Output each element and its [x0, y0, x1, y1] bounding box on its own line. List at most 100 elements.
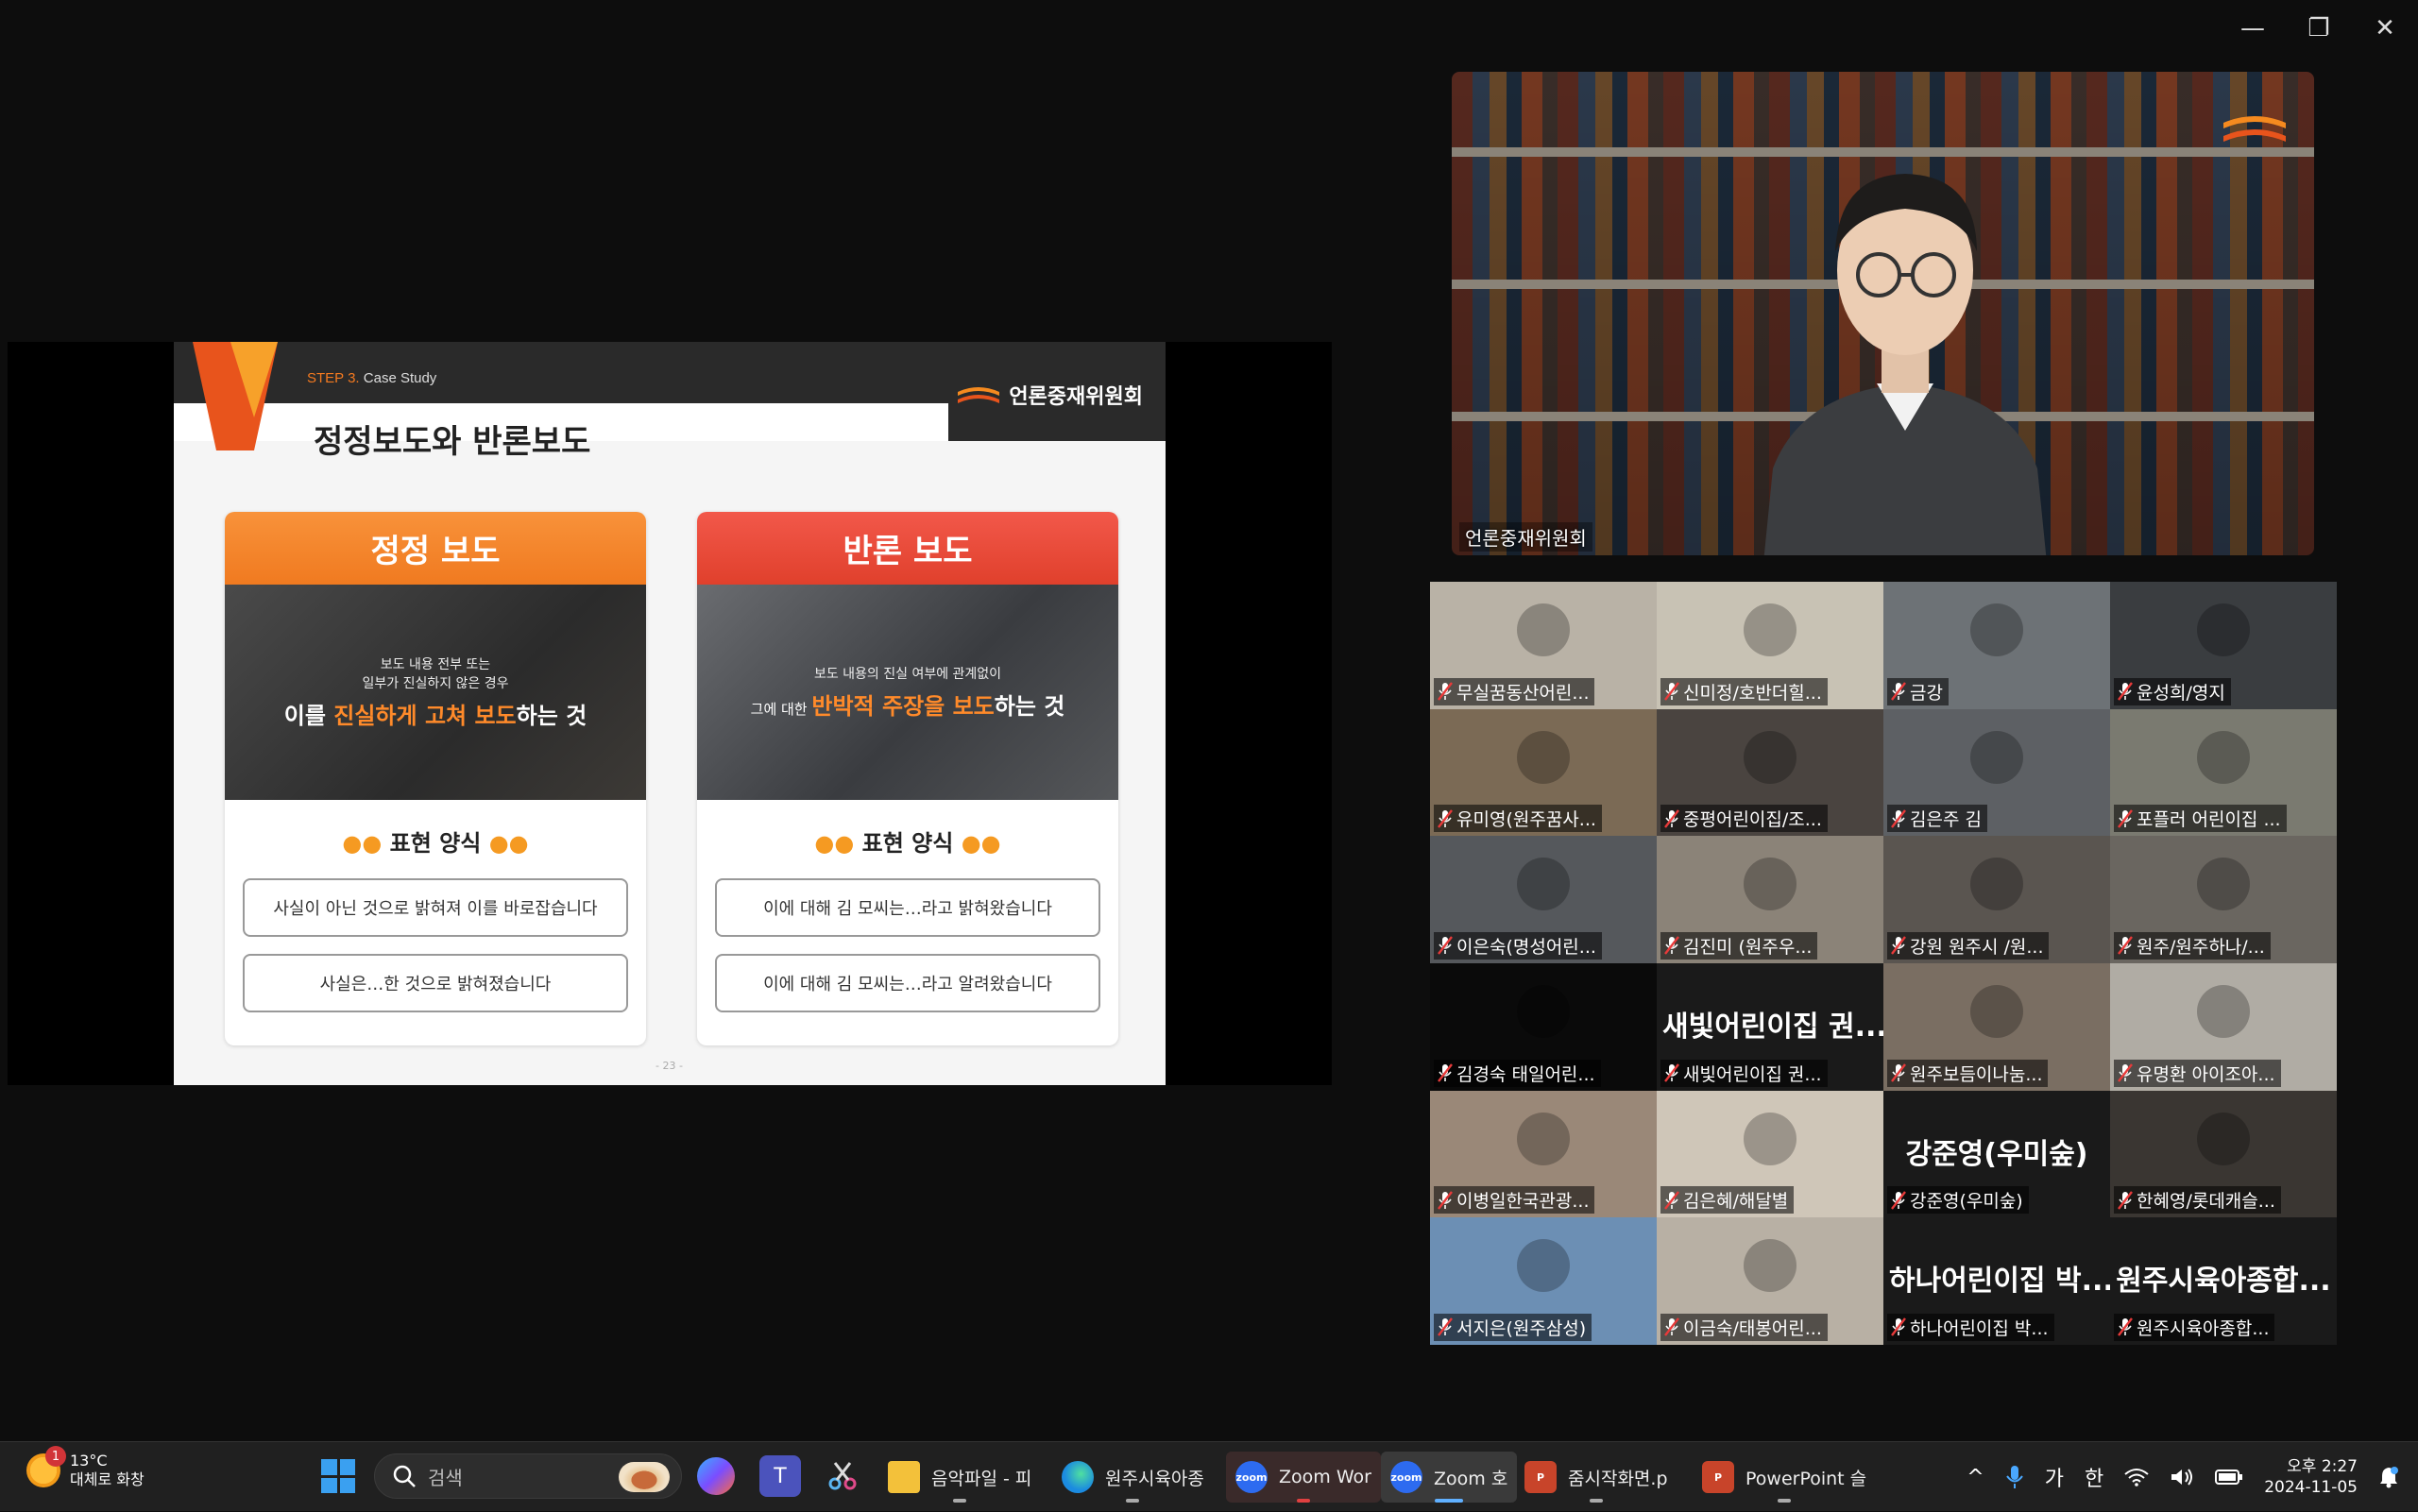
running-indicator [1435, 1499, 1464, 1503]
participant-tile[interactable]: 김은혜/해달별 [1657, 1090, 1883, 1218]
muted-mic-icon [1438, 1063, 1453, 1082]
participant-tile[interactable]: 김은주 김 [1883, 708, 2110, 837]
participant-video [1970, 730, 2023, 784]
teams-icon[interactable]: T [759, 1455, 801, 1497]
running-indicator [1296, 1499, 1310, 1503]
speaker-person [1763, 174, 2047, 555]
show-hidden-icons-chevron-icon[interactable]: ^ [1967, 1466, 1984, 1489]
weather-text: 13°C 대체로 화창 [70, 1452, 145, 1489]
participant-tile[interactable]: 원주시육아종합... 원주시육아종합... [2110, 1217, 2337, 1345]
notification-bell-icon[interactable] [2378, 1466, 2399, 1488]
participant-video [1517, 985, 1570, 1039]
participant-tile[interactable]: 한혜영/롯데캐슬... [2110, 1090, 2337, 1218]
participant-name-label: 이병일한국관광... [1434, 1186, 1595, 1215]
window-controls: — ❐ ✕ [2220, 0, 2418, 57]
participant-tile[interactable]: 김진미 (원주우... [1657, 836, 1883, 963]
taskbar-search[interactable]: 검색 [374, 1453, 682, 1499]
participant-name-label: 하나어린이집 박... [1887, 1313, 2054, 1341]
taskbar-app-powerpoint-slideshow[interactable]: P PowerPoint 슬 [1693, 1452, 1876, 1503]
snipping-tool-icon[interactable] [822, 1455, 863, 1497]
taskbar-app-file-explorer[interactable]: 음악파일 - 피 [878, 1452, 1041, 1503]
definition-post: 하는 것 [994, 692, 1065, 720]
wifi-icon[interactable] [2124, 1468, 2149, 1487]
correction-card: 정정 보도 보도 내용 전부 또는 일부가 진실하지 않은 경우 이를 진실하게… [225, 512, 646, 1045]
participant-tile[interactable]: 서지은(원주삼성) [1430, 1217, 1657, 1345]
participant-tile[interactable]: 유미영(원주꿈사... [1430, 708, 1657, 837]
slide-accent-stripe [193, 342, 278, 450]
participant-name-label: 포플러 어린이집 ... [2114, 805, 2287, 833]
windows-logo-icon [321, 1477, 337, 1493]
volume-icon[interactable] [2170, 1467, 2194, 1487]
weather-desc: 대체로 화창 [70, 1470, 145, 1488]
participant-tile[interactable]: 무실꿈동산어린... [1430, 582, 1657, 709]
folder-icon [888, 1461, 920, 1493]
speaker-video[interactable]: 언론중재위원회 [1452, 72, 2314, 555]
muted-mic-icon [1891, 1317, 1906, 1337]
participant-tile[interactable]: 강준영(우미숲) 강준영(우미숲) [1883, 1090, 2110, 1218]
muted-mic-icon [2118, 1063, 2133, 1082]
taskbar-app-label: PowerPoint 슬 [1745, 1468, 1867, 1489]
participant-name-label: 무실꿈동산어린... [1434, 677, 1595, 705]
windows-taskbar: 1 13°C 대체로 화창 검색 T 음악파일 - 피 원주시육아종 zoom … [0, 1441, 2418, 1511]
restore-button[interactable]: ❐ [2286, 0, 2352, 57]
participant-video [1517, 858, 1570, 911]
minimize-button[interactable]: — [2220, 0, 2286, 57]
participant-tile[interactable]: 원주/원주하나/... [2110, 836, 2337, 963]
participant-name-label: 서지은(원주삼성) [1434, 1313, 1592, 1341]
participant-tile[interactable]: 강원 원주시 /원... [1883, 836, 2110, 963]
running-indicator [1778, 1499, 1792, 1503]
participant-tile[interactable]: 신미정/호반더힐... [1657, 582, 1883, 709]
participant-display-name: 새빛어린이집 권... [1662, 1010, 1883, 1044]
participant-video [1970, 603, 2023, 657]
form-option: 사실은…한 것으로 밝혀졌습니다 [243, 954, 628, 1012]
edge-icon [1062, 1461, 1094, 1493]
participant-tile[interactable]: 포플러 어린이집 ... [2110, 708, 2337, 837]
participant-tile[interactable]: 금강 [1883, 582, 2110, 709]
participant-tile[interactable]: 윤성희/영지 [2110, 582, 2337, 709]
close-button[interactable]: ✕ [2352, 0, 2418, 57]
start-button[interactable] [321, 1459, 355, 1493]
card-photo: 보도 내용의 진실 여부에 관계없이 그에 대한 반박적 주장을 보도하는 것 [697, 585, 1118, 800]
participant-name-label: 강원 원주시 /원... [1887, 931, 2050, 960]
ime-language-indicator[interactable]: 한 [2085, 1462, 2103, 1492]
participant-name: 유명환 아이조아... [2137, 1063, 2275, 1085]
card-desc-line1: 보도 내용의 진실 여부에 관계없이 [813, 666, 1002, 682]
participant-tile[interactable]: 이은숙(명성어린... [1430, 836, 1657, 963]
participant-name-label: 윤성희/영지 [2114, 677, 2231, 705]
participant-tile[interactable]: 이금숙/태봉어린... [1657, 1217, 1883, 1345]
participant-tile[interactable]: 유명환 아이조아... [2110, 962, 2337, 1091]
taskbar-app-edge[interactable]: 원주시육아종 [1052, 1452, 1214, 1503]
participant-video [1744, 1112, 1796, 1165]
participant-tile[interactable]: 새빛어린이집 권... 새빛어린이집 권... [1657, 962, 1883, 1091]
taskbar-app-label: 줌시작화면.p [1568, 1468, 1668, 1489]
participant-video [1517, 1239, 1570, 1293]
participant-tile[interactable]: 중평어린이집/조... [1657, 708, 1883, 837]
definition-pre: 이를 [283, 702, 334, 729]
battery-icon[interactable] [2215, 1469, 2243, 1486]
participant-tile[interactable]: 하나어린이집 박... 하나어린이집 박... [1883, 1217, 2110, 1345]
participant-tile[interactable]: 원주보듬이나눔... [1883, 962, 2110, 1091]
muted-mic-icon [1438, 1191, 1453, 1210]
participant-video [2197, 730, 2250, 784]
microphone-icon[interactable] [2005, 1464, 2024, 1490]
copilot-icon[interactable] [697, 1457, 735, 1495]
participant-name-label: 이금숙/태봉어린... [1660, 1313, 1828, 1341]
card-heading: 정정 보도 [225, 512, 646, 585]
participant-tile[interactable]: 김경숙 태일어린... [1430, 962, 1657, 1091]
taskbar-app-zoom-workplace[interactable]: zoom Zoom Wor [1226, 1452, 1381, 1503]
form-title-text: 표현 양식 [861, 830, 954, 857]
weather-widget[interactable]: 1 13°C 대체로 화창 [26, 1446, 145, 1489]
form-option: 이에 대해 김 모씨는…라고 알려왔습니다 [715, 954, 1100, 1012]
participant-name: 강원 원주시 /원... [1910, 936, 2044, 958]
participant-name-label: 원주보듬이나눔... [1887, 1059, 2049, 1087]
taskbar-app-powerpoint-file[interactable]: P 줌시작화면.p [1515, 1452, 1677, 1503]
org-logo: 언론중재위원회 [956, 380, 1143, 410]
participant-name: 한혜영/롯데캐슬... [2137, 1191, 2275, 1213]
ime-mode-indicator[interactable]: 가 [2045, 1462, 2064, 1492]
speaker-name-label: 언론중재위원회 [1459, 522, 1592, 552]
taskbar-app-zoom-meeting[interactable]: zoom Zoom 호 [1381, 1452, 1518, 1503]
muted-mic-icon [1891, 1191, 1906, 1210]
participant-tile[interactable]: 이병일한국관광... [1430, 1090, 1657, 1218]
participant-video [1517, 730, 1570, 784]
clock[interactable]: 오후 2:27 2024-11-05 [2264, 1456, 2358, 1498]
